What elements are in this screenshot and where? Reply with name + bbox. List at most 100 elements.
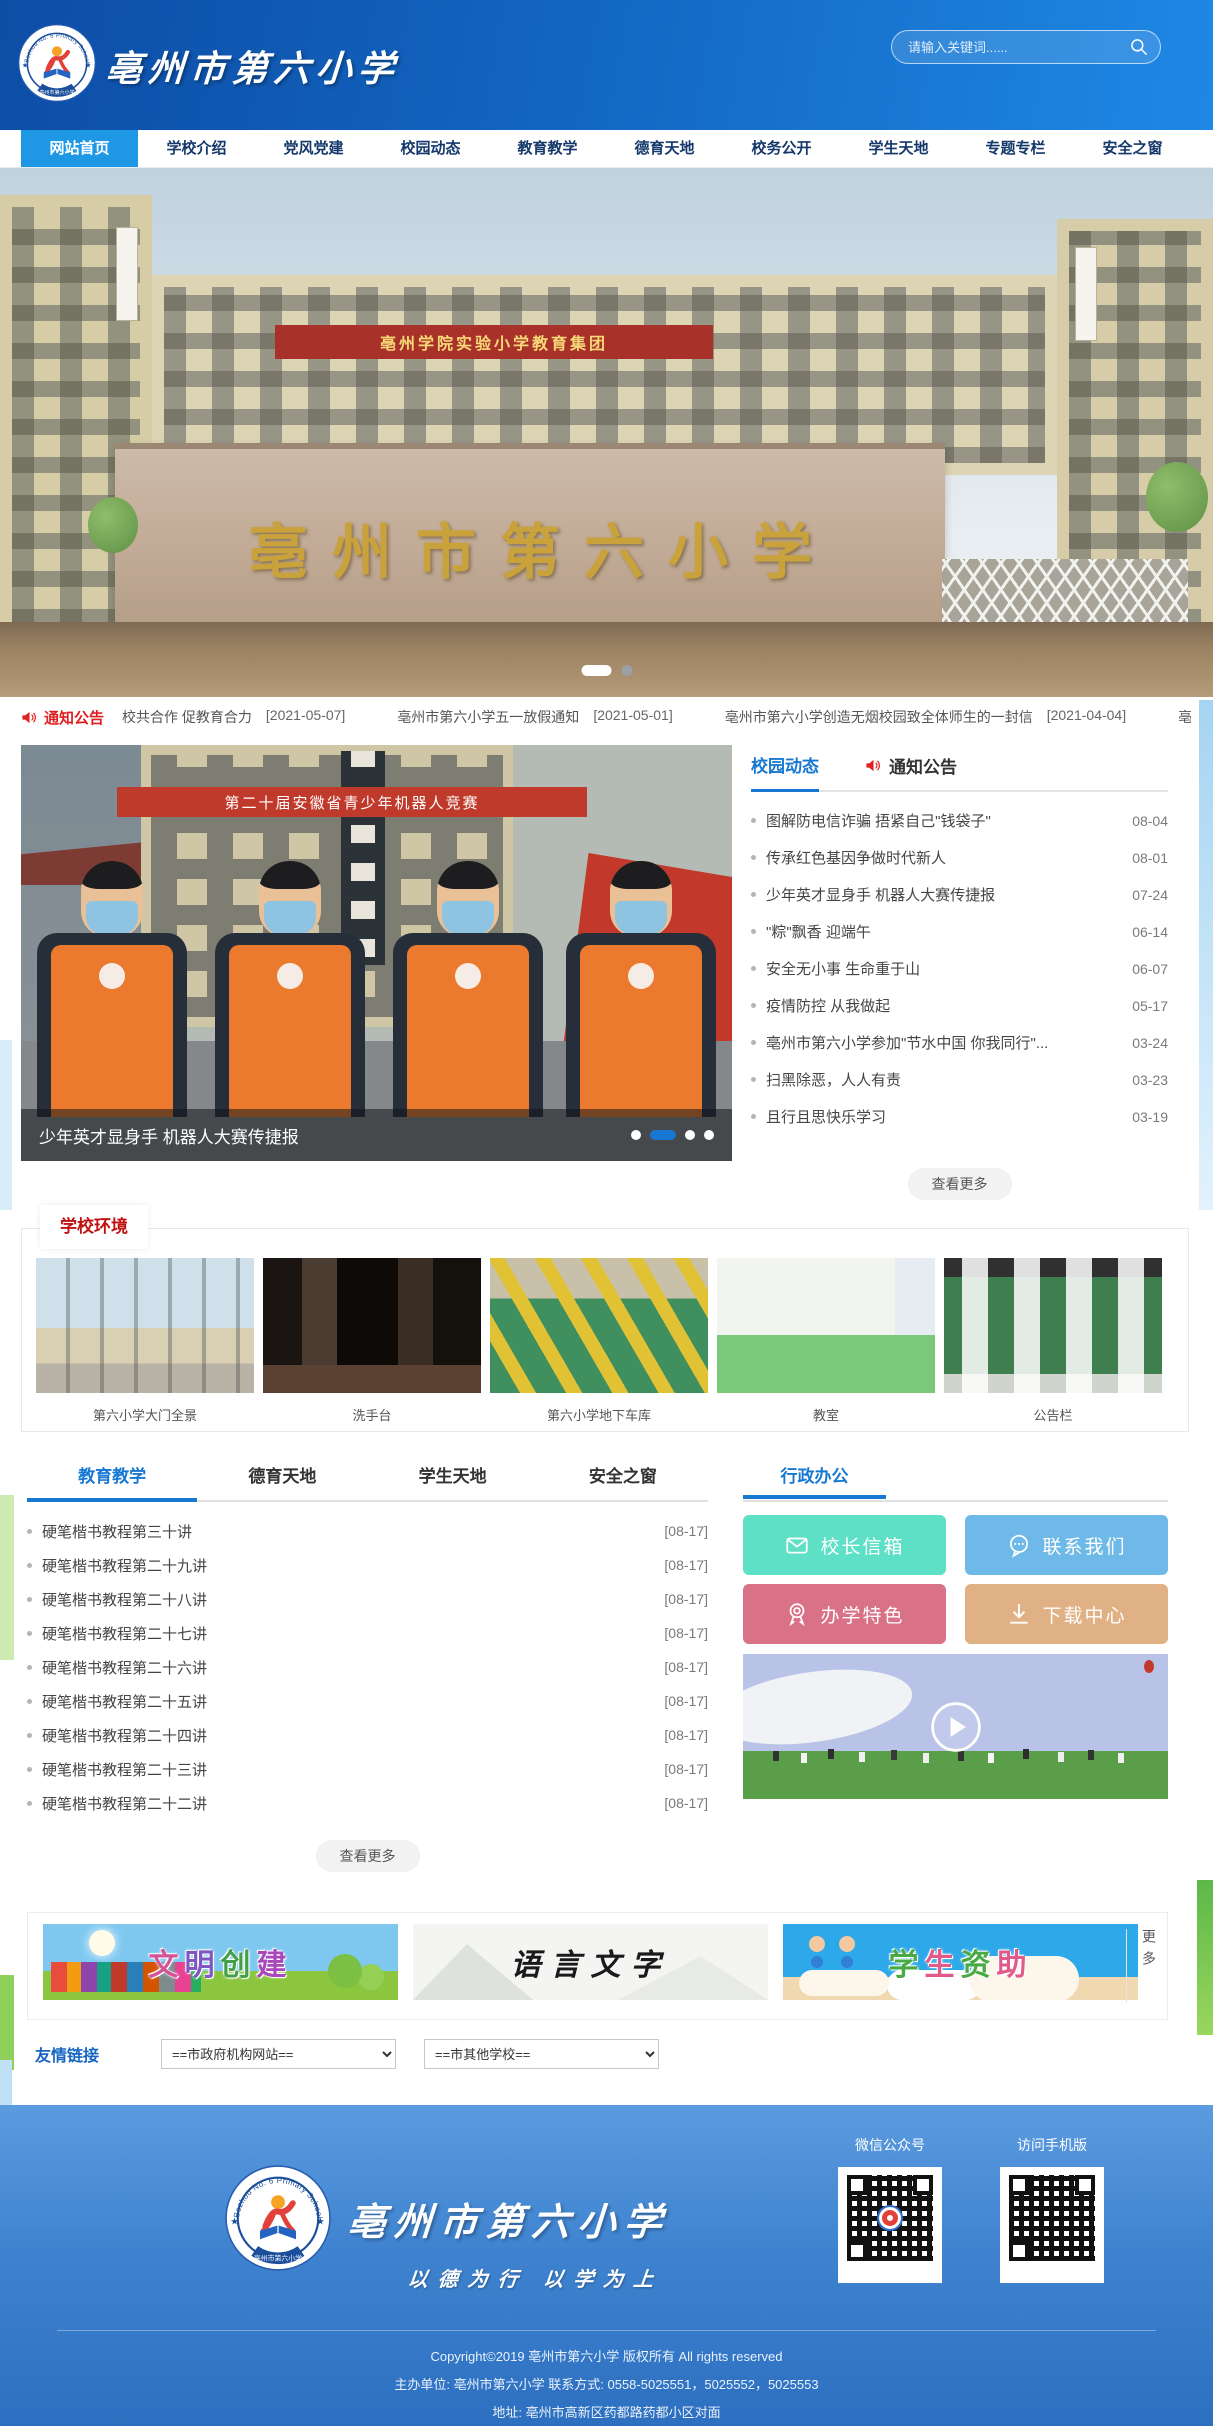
notice-link[interactable]: 亳州市第六小学创造无烟校园致全体师生的一封信 xyxy=(725,707,1033,727)
friendship-links-label: 友情链接 xyxy=(35,2042,99,2066)
banner-more-link[interactable]: 更多 xyxy=(1126,1929,1159,2003)
environment-photo-2[interactable]: 第六小学地下车库 xyxy=(490,1258,708,1424)
play-icon[interactable] xyxy=(929,1700,983,1754)
article-link[interactable]: 硬笔楷书教程第二十五讲 xyxy=(42,1691,652,1712)
hero-slider-dot-1[interactable] xyxy=(621,665,632,676)
articles-more-button[interactable]: 查看更多 xyxy=(316,1840,420,1872)
news-carousel[interactable]: 第二十届安徽省青少年机器人竞赛 少年英才显身手 机器人大赛传捷报 xyxy=(21,745,732,1161)
links-select-0[interactable]: ==市政府机构网站== xyxy=(161,2039,396,2069)
section-tab-3[interactable]: 安全之窗 xyxy=(538,1462,708,1500)
bullet-dot xyxy=(751,818,756,823)
articles-section: 教育教学德育天地学生天地安全之窗 硬笔楷书教程第三十讲 [08-17] 硬笔楷书教程… xyxy=(27,1462,708,1872)
logo-star: ★ xyxy=(230,2216,239,2227)
links-select-1[interactable]: ==市其他学校== xyxy=(424,2039,659,2069)
nav-item-9[interactable]: 安全之窗 xyxy=(1074,130,1191,167)
admin-button-0[interactable]: 校长信箱 xyxy=(743,1515,946,1575)
qr-finder xyxy=(847,2241,867,2261)
student-hair xyxy=(437,861,499,889)
page: Bozhou No. 6 Primary School ★ ★ 亳州市第六小学 … xyxy=(0,0,1213,2426)
section-tab-2[interactable]: 学生天地 xyxy=(368,1462,538,1500)
notice-link[interactable]: 亳州市 xyxy=(1178,707,1191,727)
environment-photo-image xyxy=(36,1258,254,1393)
speaker-icon xyxy=(865,757,882,774)
bullet-dot xyxy=(27,1767,32,1772)
news-list-item: 图解防电信诈骗 捂紧自己"钱袋子"08-04 xyxy=(751,802,1168,839)
notice-link[interactable]: 校共合作 促教育合力 xyxy=(122,707,252,727)
logo-bottom-text: 亳州市第六小学 xyxy=(254,2253,302,2262)
news-more-button[interactable]: 查看更多 xyxy=(908,1168,1012,1200)
environment-photo-caption: 第六小学地下车库 xyxy=(490,1405,708,1424)
news-item-link[interactable]: 少年英才显身手 机器人大赛传捷报 xyxy=(766,884,1120,905)
article-link[interactable]: 硬笔楷书教程第二十九讲 xyxy=(42,1555,652,1576)
notice-link[interactable]: 亳州市第六小学五一放假通知 xyxy=(397,707,579,727)
logo-star: ★ xyxy=(85,62,91,70)
carousel-dot-0[interactable] xyxy=(631,1130,641,1140)
news-tab-0[interactable]: 校园动态 xyxy=(751,750,819,792)
nav-item-4[interactable]: 教育教学 xyxy=(489,130,606,167)
notice-item-1: 亳州市第六小学五一放假通知[2021-05-01] xyxy=(397,707,672,727)
banner-link-0[interactable]: 文明创建 xyxy=(43,1924,398,2000)
news-panel: 校园动态 通知公告 图解防电信诈骗 捂紧自己"钱袋子"08-04 传承红色基因争做时… xyxy=(751,750,1168,1210)
banner-link-2[interactable]: 学生资助 xyxy=(783,1924,1138,2000)
section-tab-0[interactable]: 教育教学 xyxy=(27,1462,197,1502)
news-item-date: 03-24 xyxy=(1132,1035,1168,1051)
environment-photo-1[interactable]: 洗手台 xyxy=(263,1258,481,1424)
admin-button-1[interactable]: 联系我们 xyxy=(965,1515,1168,1575)
nav-item-7[interactable]: 学生天地 xyxy=(840,130,957,167)
news-item-link[interactable]: 图解防电信诈骗 捂紧自己"钱袋子" xyxy=(766,810,1120,831)
carousel-dot-3[interactable] xyxy=(704,1130,714,1140)
hero-banner-slide[interactable]: 亳州学院实验小学教育集团 亳州市第六小学 xyxy=(0,167,1213,697)
nav-item-8[interactable]: 专题专栏 xyxy=(957,130,1074,167)
article-link[interactable]: 硬笔楷书教程第二十六讲 xyxy=(42,1657,652,1678)
admin-button-2[interactable]: 办学特色 xyxy=(743,1584,946,1644)
environment-photo-4[interactable]: 公告栏 xyxy=(944,1258,1162,1424)
banner-link-1[interactable]: 语言文字 xyxy=(413,1924,768,2000)
carousel-dot-1[interactable] xyxy=(650,1130,676,1140)
article-link[interactable]: 硬笔楷书教程第二十二讲 xyxy=(42,1793,652,1814)
student-body xyxy=(37,933,187,1117)
notice-item-0: 校共合作 促教育合力[2021-05-07] xyxy=(122,707,345,727)
nav-item-6[interactable]: 校务公开 xyxy=(723,130,840,167)
environment-photo-0[interactable]: 第六小学大门全景 xyxy=(36,1258,254,1424)
school-video-thumbnail[interactable] xyxy=(743,1654,1168,1799)
nav-item-3[interactable]: 校园动态 xyxy=(372,130,489,167)
admin-button-3[interactable]: 下载中心 xyxy=(965,1584,1168,1644)
article-link[interactable]: 硬笔楷书教程第二十七讲 xyxy=(42,1623,652,1644)
search-input[interactable] xyxy=(906,39,1128,56)
bullet-dot xyxy=(751,892,756,897)
article-link[interactable]: 硬笔楷书教程第二十八讲 xyxy=(42,1589,652,1610)
nav-item-5[interactable]: 德育天地 xyxy=(606,130,723,167)
news-item-date: 08-01 xyxy=(1132,850,1168,866)
nav-item-1[interactable]: 学校介绍 xyxy=(138,130,255,167)
site-title: 亳州市第六小学 xyxy=(104,40,402,92)
banner-links-box: 文明创建 语言文字 学生资助 更多 xyxy=(27,1912,1168,2020)
banner-char: 明 xyxy=(185,1949,221,1982)
article-date: [08-17] xyxy=(664,1727,708,1743)
news-item-link[interactable]: 传承红色基因争做时代新人 xyxy=(766,847,1120,868)
news-item-link[interactable]: "粽"飘香 迎端午 xyxy=(766,921,1120,942)
hero-slider-dot-0[interactable] xyxy=(581,665,611,676)
search-button[interactable] xyxy=(1128,36,1150,58)
article-date: [08-17] xyxy=(664,1659,708,1675)
article-link[interactable]: 硬笔楷书教程第三十讲 xyxy=(42,1521,652,1542)
news-item-link[interactable]: 疫情防控 从我做起 xyxy=(766,995,1120,1016)
news-tab-1[interactable]: 通知公告 xyxy=(865,750,957,790)
news-item-link[interactable]: 安全无小事 生命重于山 xyxy=(766,958,1120,979)
carousel-dot-2[interactable] xyxy=(685,1130,695,1140)
environment-photo-3[interactable]: 教室 xyxy=(717,1258,935,1424)
speaker-icon xyxy=(21,709,38,726)
wechat-qr-label: 微信公众号 xyxy=(838,2135,942,2155)
nav-item-0[interactable]: 网站首页 xyxy=(21,130,138,167)
news-item-link[interactable]: 扫黑除恶，人人有责 xyxy=(766,1069,1120,1090)
nav-item-2[interactable]: 党风党建 xyxy=(255,130,372,167)
section-tab-1[interactable]: 德育天地 xyxy=(197,1462,367,1500)
environment-photo-caption: 第六小学大门全景 xyxy=(36,1405,254,1424)
article-link[interactable]: 硬笔楷书教程第二十三讲 xyxy=(42,1759,652,1780)
news-list-item: 疫情防控 从我做起05-17 xyxy=(751,987,1168,1024)
notice-label: 通知公告 xyxy=(21,707,104,728)
news-list-item: 且行且思快乐学习03-19 xyxy=(751,1098,1168,1135)
video-balloon xyxy=(1144,1660,1154,1673)
news-item-link[interactable]: 亳州市第六小学参加"节水中国 你我同行"... xyxy=(766,1032,1120,1053)
news-item-link[interactable]: 且行且思快乐学习 xyxy=(766,1106,1120,1127)
article-link[interactable]: 硬笔楷书教程第二十四讲 xyxy=(42,1725,652,1746)
